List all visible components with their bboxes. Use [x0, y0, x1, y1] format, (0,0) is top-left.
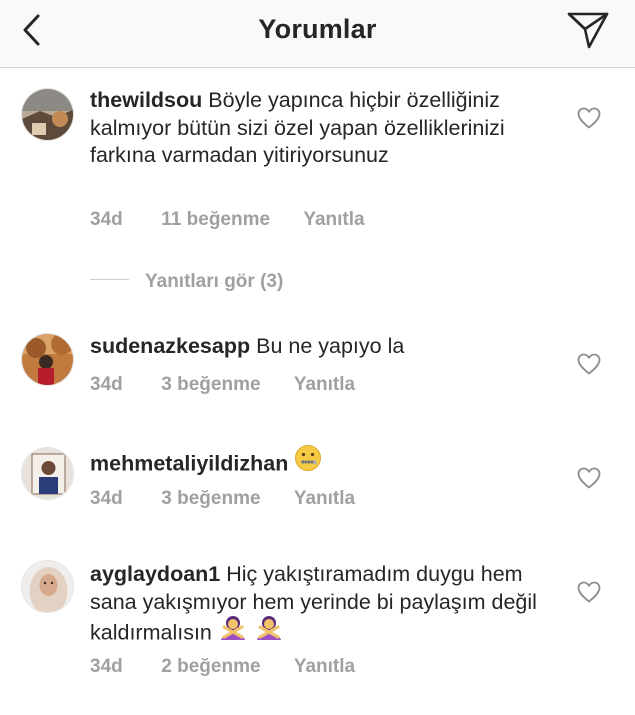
comment-text-block: mehmetaliyildizhan	[90, 444, 550, 483]
person-gesturing-no-emoji	[218, 613, 248, 649]
zipper-mouth-face-emoji	[294, 444, 322, 480]
heart-icon	[577, 107, 601, 129]
reply-button[interactable]: Yanıtla	[294, 656, 355, 678]
send-button[interactable]	[566, 10, 610, 50]
view-replies-button[interactable]: Yanıtları gör (3)	[90, 271, 283, 295]
reply-button[interactable]: Yanıtla	[294, 374, 355, 396]
heart-icon	[577, 467, 601, 489]
comment-username[interactable]: thewildsou	[90, 88, 202, 112]
avatar[interactable]	[21, 333, 74, 386]
person-gesturing-no-emoji	[254, 613, 284, 649]
page-title: Yorumlar	[258, 14, 377, 44]
comment-age: 34d	[90, 209, 123, 230]
comment-likes[interactable]: 11 beğenme	[161, 209, 270, 231]
comment-text-block: thewildsou Böyle yapınca hiçbir özelliği…	[90, 87, 550, 170]
avatar[interactable]	[21, 447, 74, 500]
comment-likes[interactable]: 3 beğenme	[161, 374, 260, 396]
avatar[interactable]	[21, 88, 74, 141]
paper-plane-icon	[567, 12, 609, 49]
comment-likes[interactable]: 2 beğenme	[161, 656, 260, 678]
like-button[interactable]	[577, 107, 601, 129]
comment-meta: 34d 2 beğenme Yanıtla	[90, 656, 355, 678]
view-replies-label: Yanıtları gör (3)	[145, 271, 284, 292]
comment-age: 34d	[90, 488, 123, 509]
comment-age: 34d	[90, 656, 123, 677]
comment-username[interactable]: mehmetaliyildizhan	[90, 451, 288, 475]
heart-icon	[577, 353, 601, 375]
comment-meta: 34d 3 beğenme Yanıtla	[90, 488, 355, 510]
reply-button[interactable]: Yanıtla	[294, 488, 355, 510]
divider-line	[90, 279, 129, 281]
avatar[interactable]	[21, 560, 74, 613]
header-bar: Yorumlar	[0, 0, 635, 68]
comment-meta: 34d 11 beğenme Yanıtla	[90, 209, 365, 231]
reply-button[interactable]: Yanıtla	[303, 209, 364, 231]
comment-username[interactable]: ayglaydoan1	[90, 562, 220, 586]
comment-text-block: sudenazkesapp Bu ne yapıyo la	[90, 333, 550, 361]
comment-meta: 34d 3 beğenme Yanıtla	[90, 374, 355, 396]
comment-text: Bu ne yapıyo la	[256, 334, 405, 358]
comment-likes[interactable]: 3 beğenme	[161, 488, 260, 510]
like-button[interactable]	[577, 581, 601, 603]
heart-icon	[577, 581, 601, 603]
like-button[interactable]	[577, 353, 601, 375]
like-button[interactable]	[577, 467, 601, 489]
comment-text-block: ayglaydoan1 Hiç yakıştıramadım duygu hem…	[90, 561, 550, 652]
comment-age: 34d	[90, 374, 123, 395]
comment-username[interactable]: sudenazkesapp	[90, 334, 250, 358]
